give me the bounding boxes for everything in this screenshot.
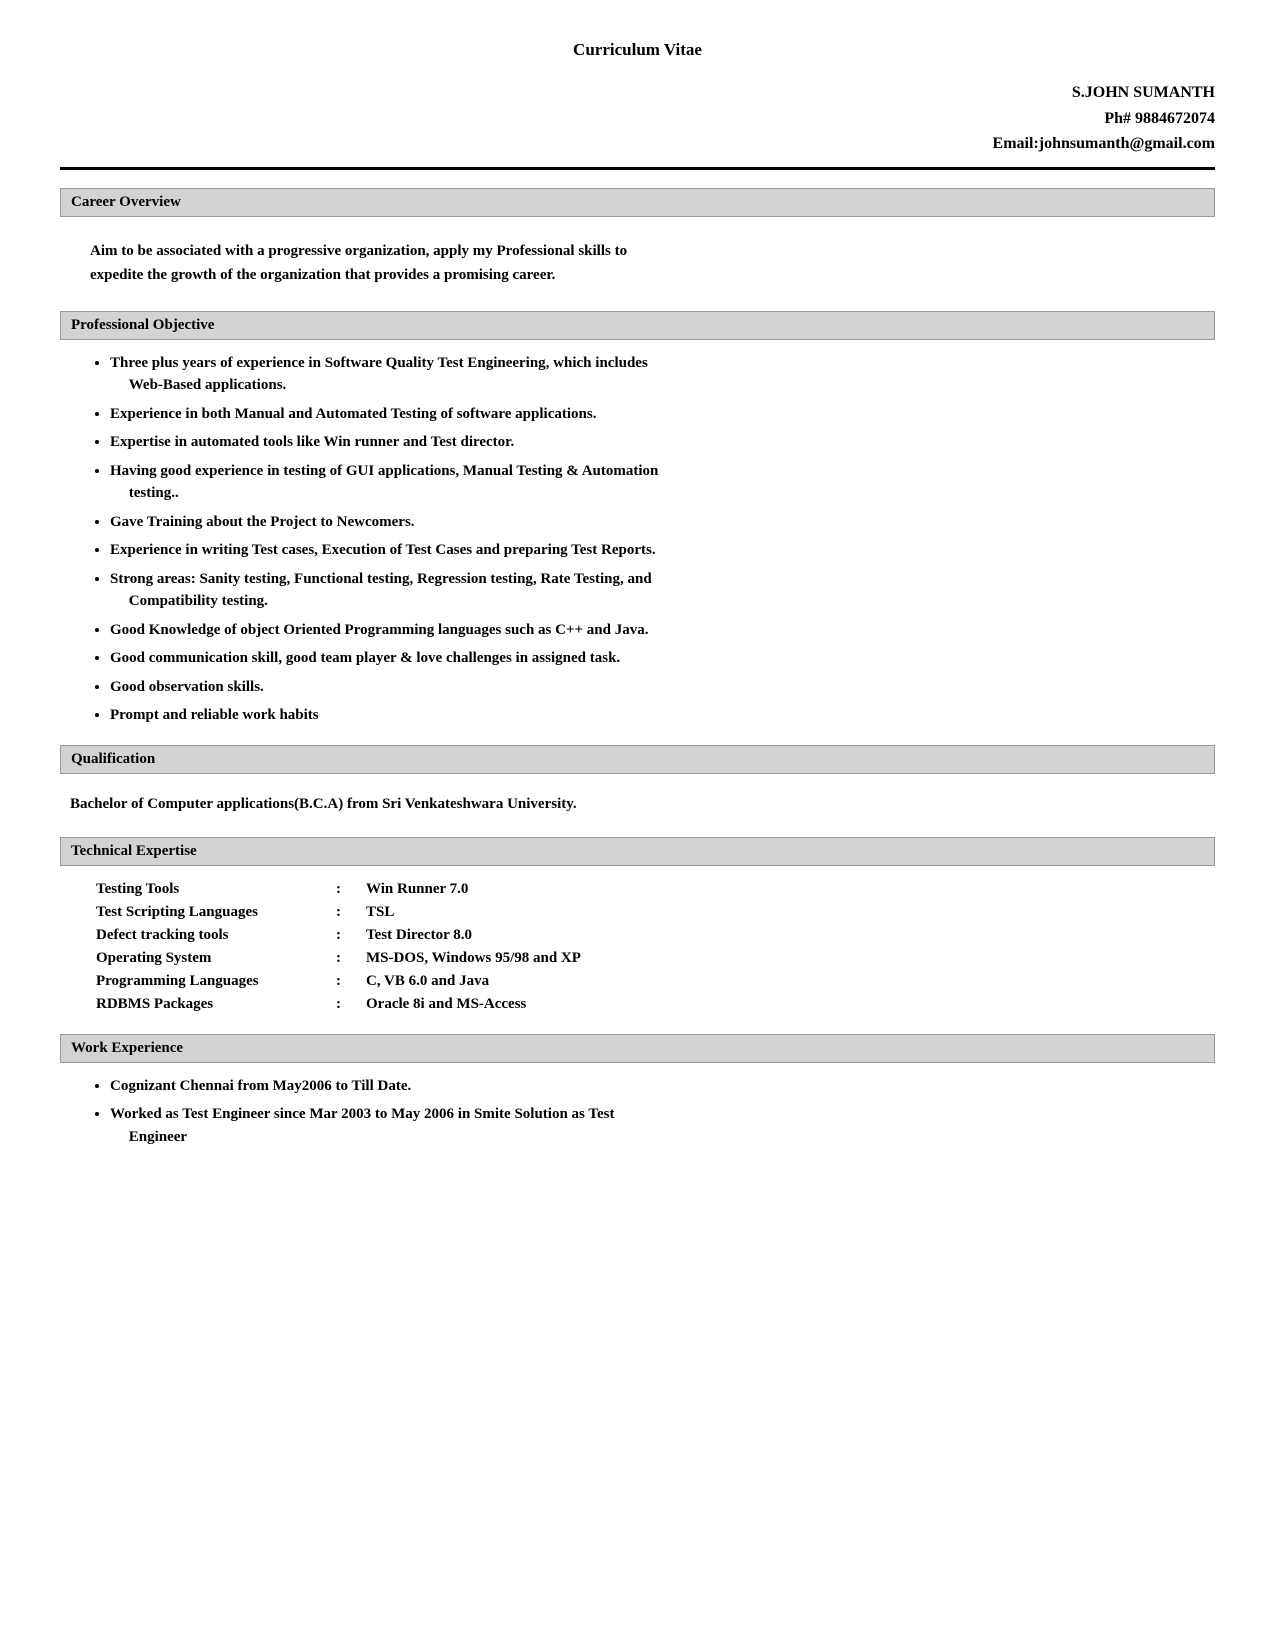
header-info: S.JOHN SUMANTH Ph# 9884672074 Email:john…	[60, 80, 1215, 157]
list-item: Strong areas: Sanity testing, Functional…	[110, 568, 1205, 613]
header-email: Email:johnsumanth@gmail.com	[60, 131, 1215, 157]
list-item: Good observation skills.	[110, 676, 1205, 699]
technical-expertise-header: Technical Expertise	[60, 837, 1215, 866]
tech-label: RDBMS Packages	[90, 993, 330, 1016]
tech-colon: :	[330, 947, 360, 970]
qualification-section: Qualification Bachelor of Computer appli…	[60, 745, 1215, 823]
technical-expertise-section: Technical Expertise Testing Tools : Win …	[60, 837, 1215, 1016]
tech-value: Win Runner 7.0	[360, 878, 760, 901]
professional-objective-content: Three plus years of experience in Softwa…	[60, 352, 1215, 727]
tech-value: Oracle 8i and MS-Access	[360, 993, 760, 1016]
table-row: Test Scripting Languages : TSL	[90, 901, 760, 924]
career-overview-header: Career Overview	[60, 188, 1215, 217]
header-divider	[60, 167, 1215, 170]
list-item: Cognizant Chennai from May2006 to Till D…	[110, 1075, 1205, 1098]
list-item: Having good experience in testing of GUI…	[110, 460, 1205, 505]
tech-colon: :	[330, 901, 360, 924]
work-experience-header: Work Experience	[60, 1034, 1215, 1063]
work-experience-list: Cognizant Chennai from May2006 to Till D…	[70, 1075, 1205, 1149]
qualification-header: Qualification	[60, 745, 1215, 774]
tech-value: TSL	[360, 901, 760, 924]
career-overview-line1: Aim to be associated with a progressive …	[90, 243, 627, 259]
tech-label: Testing Tools	[90, 878, 330, 901]
work-experience-section: Work Experience Cognizant Chennai from M…	[60, 1034, 1215, 1149]
tech-value: C, VB 6.0 and Java	[360, 970, 760, 993]
tech-label: Operating System	[90, 947, 330, 970]
tech-label: Defect tracking tools	[90, 924, 330, 947]
work-experience-content: Cognizant Chennai from May2006 to Till D…	[60, 1075, 1215, 1149]
list-item: Experience in both Manual and Automated …	[110, 403, 1205, 426]
tech-value: Test Director 8.0	[360, 924, 760, 947]
tech-colon: :	[330, 970, 360, 993]
technical-expertise-content: Testing Tools : Win Runner 7.0 Test Scri…	[60, 878, 1215, 1016]
professional-objective-list: Three plus years of experience in Softwa…	[70, 352, 1205, 727]
list-item: Prompt and reliable work habits	[110, 704, 1205, 727]
professional-objective-section: Professional Objective Three plus years …	[60, 311, 1215, 727]
professional-objective-header: Professional Objective	[60, 311, 1215, 340]
list-item: Good communication skill, good team play…	[110, 647, 1205, 670]
technical-expertise-table: Testing Tools : Win Runner 7.0 Test Scri…	[90, 878, 760, 1016]
list-item: Three plus years of experience in Softwa…	[110, 352, 1205, 397]
tech-colon: :	[330, 993, 360, 1016]
tech-colon: :	[330, 878, 360, 901]
tech-label: Programming Languages	[90, 970, 330, 993]
list-item: Worked as Test Engineer since Mar 2003 t…	[110, 1103, 1205, 1148]
career-overview-section: Career Overview Aim to be associated wit…	[60, 188, 1215, 297]
qualification-text: Bachelor of Computer applications(B.C.A)…	[60, 786, 1215, 823]
table-row: Operating System : MS-DOS, Windows 95/98…	[90, 947, 760, 970]
tech-colon: :	[330, 924, 360, 947]
page-title: Curriculum Vitae	[60, 40, 1215, 60]
list-item: Expertise in automated tools like Win ru…	[110, 431, 1205, 454]
list-item: Experience in writing Test cases, Execut…	[110, 539, 1205, 562]
career-overview-line2: expedite the growth of the organization …	[90, 267, 555, 283]
table-row: Programming Languages : C, VB 6.0 and Ja…	[90, 970, 760, 993]
header-phone: Ph# 9884672074	[60, 106, 1215, 132]
table-row: Defect tracking tools : Test Director 8.…	[90, 924, 760, 947]
tech-value: MS-DOS, Windows 95/98 and XP	[360, 947, 760, 970]
list-item: Good Knowledge of object Oriented Progra…	[110, 619, 1205, 642]
table-row: RDBMS Packages : Oracle 8i and MS-Access	[90, 993, 760, 1016]
career-overview-text: Aim to be associated with a progressive …	[60, 229, 1215, 297]
tech-label: Test Scripting Languages	[90, 901, 330, 924]
table-row: Testing Tools : Win Runner 7.0	[90, 878, 760, 901]
list-item: Gave Training about the Project to Newco…	[110, 511, 1205, 534]
header-name: S.JOHN SUMANTH	[60, 80, 1215, 106]
